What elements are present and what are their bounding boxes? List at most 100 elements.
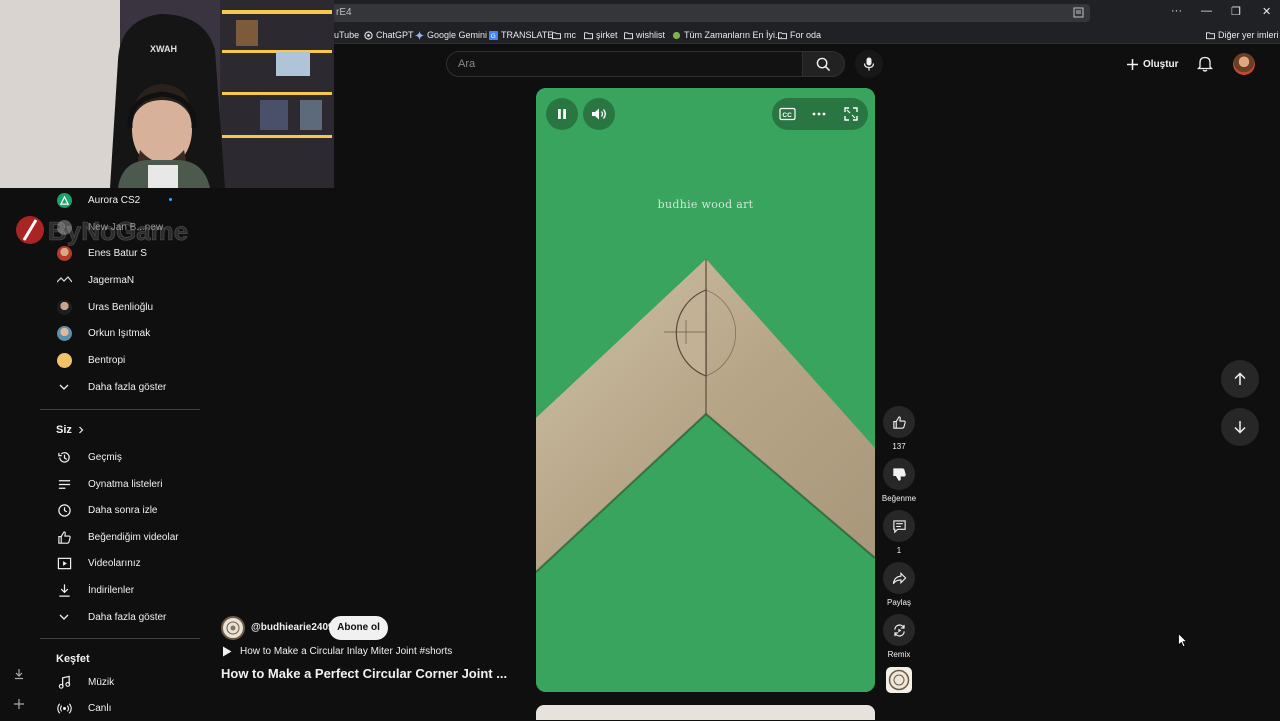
dislike-button[interactable]: Beğenme (882, 458, 916, 503)
minimize-button[interactable]: — (1201, 5, 1212, 17)
like-count: 137 (892, 442, 906, 451)
download-icon (56, 582, 72, 598)
pause-button[interactable] (546, 98, 578, 130)
sidebar-item-watch-later[interactable]: Daha sonra izle (40, 497, 200, 523)
jagerman-logo-icon (56, 276, 72, 284)
mouse-cursor-icon (1178, 633, 1188, 648)
chatgpt-icon (364, 30, 373, 40)
add-icon[interactable] (13, 698, 25, 710)
subscribe-button[interactable]: Abone ol (329, 616, 388, 640)
sidebar-item-uras-benlioglu[interactable]: Uras Benlioğlu (40, 294, 200, 320)
arrow-up-icon (1233, 372, 1247, 386)
channel-handle[interactable]: @budhiearie2409 (251, 622, 334, 633)
remix-button[interactable]: Remix (883, 614, 915, 659)
reader-mode-icon[interactable] (1073, 7, 1084, 18)
folder-icon (778, 31, 787, 39)
bookmark-chatgpt[interactable]: ChatGPT (364, 30, 414, 40)
history-icon (56, 449, 72, 465)
dislike-label: Beğenme (881, 494, 917, 503)
mic-icon (863, 57, 875, 71)
divider (40, 638, 200, 639)
video-frame (536, 88, 875, 692)
address-bar[interactable]: rE4 (330, 4, 1090, 22)
chevron-down-icon (56, 379, 72, 395)
fullscreen-icon[interactable] (844, 107, 858, 121)
webcam-overlay: XWAH (0, 0, 334, 188)
music-icon (56, 674, 72, 690)
sidebar-item-downloads[interactable]: İndirilenler (40, 577, 200, 603)
arrow-down-icon (1233, 420, 1247, 434)
bookmark-mc[interactable]: mc (552, 30, 576, 40)
comments-button[interactable]: 1 (883, 510, 915, 555)
create-button[interactable]: Oluştur (1118, 52, 1187, 76)
video-watermark: budhie wood art (657, 198, 754, 211)
volume-icon (591, 107, 607, 121)
bookmark-tum-zamanlarin[interactable]: Tüm Zamanların En İyi... (672, 30, 783, 40)
chevron-right-icon (77, 426, 85, 434)
sidebar-item-bentropi[interactable]: Bentropi (40, 347, 200, 373)
share-label: Paylaş (886, 598, 911, 607)
bynogame-logo: ByNoGame (14, 210, 214, 250)
bookmark-youtube[interactable]: uTube (334, 30, 359, 40)
explore-section-header: Keşfet (56, 653, 90, 665)
short-title[interactable]: How to Make a Perfect Circular Corner Jo… (221, 666, 511, 681)
overlay-logo-text: ByNoGame (48, 216, 188, 246)
sidebar-item-jagerman[interactable]: JagermaN (40, 267, 200, 293)
other-bookmarks[interactable]: Diğer yer imleri (1206, 30, 1279, 40)
share-button[interactable]: Paylaş (883, 562, 915, 607)
bookmark-wishlist[interactable]: wishlist (624, 30, 665, 40)
divider (40, 409, 200, 410)
previous-short-button[interactable] (1221, 360, 1259, 398)
sidebar-item-your-videos[interactable]: Videolarınız (40, 550, 200, 576)
share-icon (892, 571, 907, 586)
bookmark-sirket[interactable]: şirket (584, 30, 618, 40)
voice-search-button[interactable] (855, 50, 883, 78)
close-button[interactable]: ✕ (1262, 5, 1271, 18)
clock-icon (56, 502, 72, 518)
search-button[interactable] (802, 51, 845, 77)
show-more-you[interactable]: Daha fazla göster (40, 604, 200, 630)
thumbs-up-icon (892, 415, 907, 430)
more-options-icon[interactable] (812, 112, 826, 116)
sidebar-item-liked-videos[interactable]: Beğendiğim videolar (40, 524, 200, 550)
page-icon (672, 31, 681, 39)
sidebar: Aurora CS2 New Jan B...new Enes Batur S … (40, 188, 200, 720)
search-input[interactable]: Ara (446, 51, 803, 77)
folder-icon (624, 31, 633, 39)
next-short-button[interactable] (1221, 408, 1259, 446)
notifications-bell-icon[interactable] (1197, 55, 1213, 72)
volume-button[interactable] (583, 98, 615, 130)
download-icon[interactable] (13, 668, 25, 680)
channel-avatar (56, 325, 72, 341)
like-icon (56, 529, 72, 545)
bookmark-google-gemini[interactable]: Google Gemini (415, 30, 487, 40)
chevron-down-icon (56, 609, 72, 625)
browser-menu-button[interactable]: ··· (1171, 5, 1182, 17)
captions-icon[interactable]: CC (779, 107, 796, 121)
bookmark-translate[interactable]: G TRANSLATE (489, 30, 553, 40)
bookmark-for-oda[interactable]: For oda (778, 30, 821, 40)
sidebar-item-playlists[interactable]: Oynatma listeleri (40, 471, 200, 497)
restore-button[interactable]: ❐ (1231, 5, 1241, 18)
sidebar-item-music[interactable]: Müzik (40, 669, 200, 695)
new-content-dot (169, 198, 172, 201)
sidebar-item-live[interactable]: Canlı (40, 695, 200, 721)
related-video-link[interactable]: How to Make a Circular Inlay Miter Joint… (222, 646, 452, 657)
show-more-subscriptions[interactable]: Daha fazla göster (40, 374, 200, 400)
shorts-video-player[interactable]: CC budhie wood art (536, 88, 875, 692)
plus-icon (1126, 58, 1139, 71)
channel-avatar (56, 352, 72, 368)
you-section-header[interactable]: Siz (56, 424, 85, 436)
folder-icon (584, 31, 593, 39)
search-icon (816, 57, 831, 72)
channel-avatar[interactable] (221, 616, 245, 640)
remix-label: Remix (887, 650, 911, 659)
folder-icon (1206, 31, 1215, 39)
sound-source-thumbnail[interactable] (886, 667, 912, 693)
next-video-preview[interactable] (536, 705, 875, 720)
sidebar-item-history[interactable]: Geçmiş (40, 444, 200, 470)
like-button[interactable]: 137 (883, 406, 915, 451)
sidebar-item-orkun-isitmak[interactable]: Orkun Işıtmak (40, 320, 200, 346)
user-avatar[interactable] (1233, 53, 1255, 75)
aurora-avatar (56, 192, 72, 208)
